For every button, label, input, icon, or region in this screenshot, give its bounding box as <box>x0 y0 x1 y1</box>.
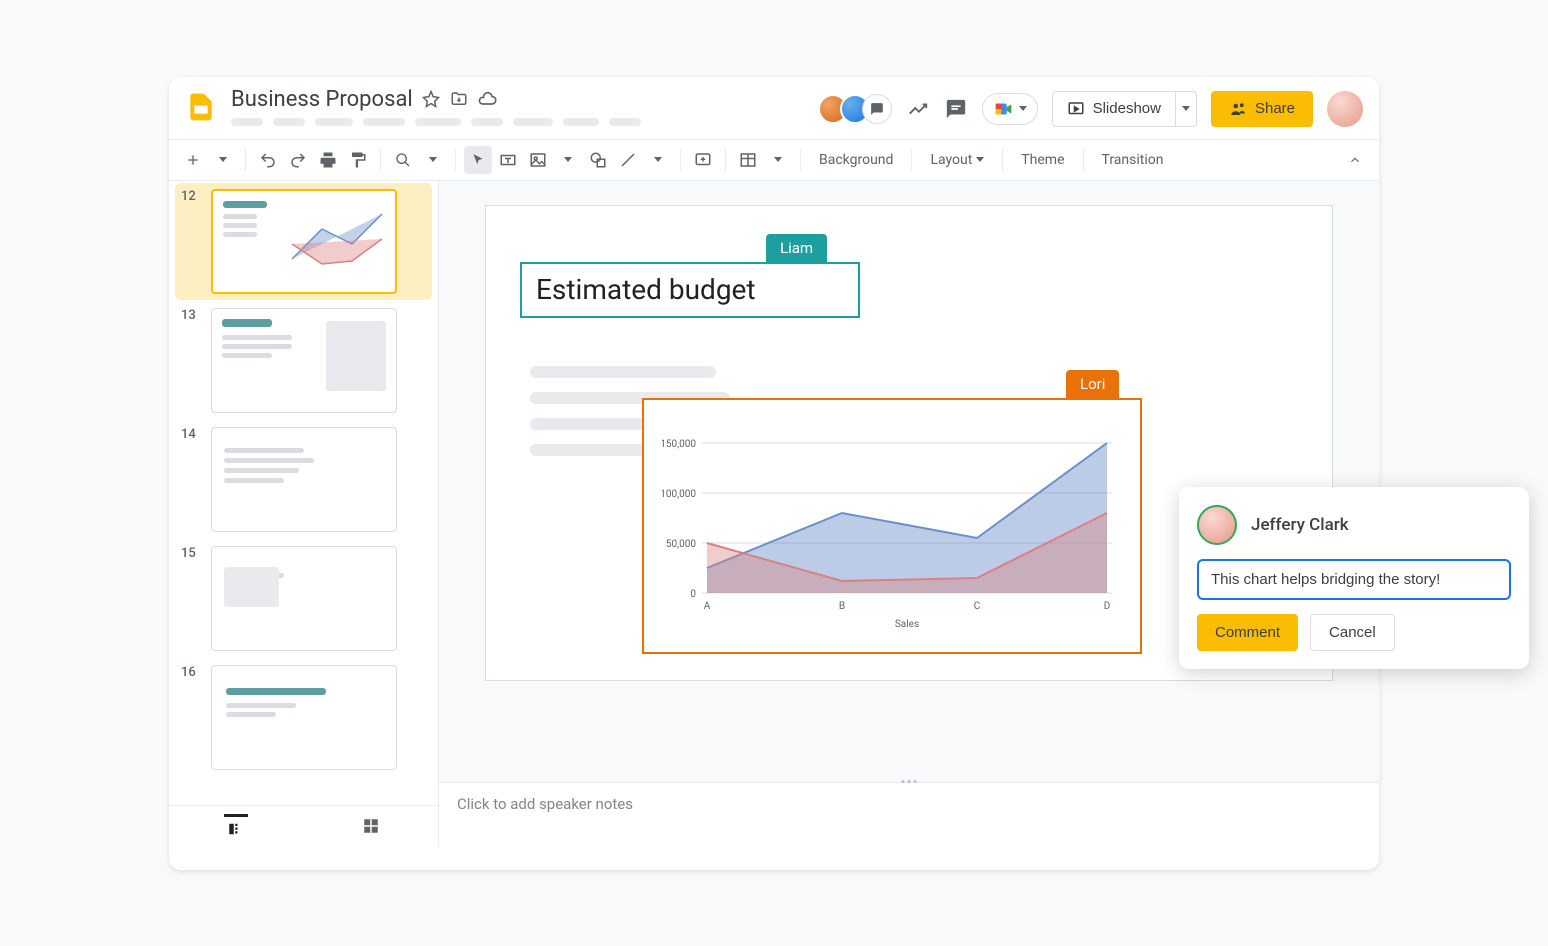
thumbnail-13[interactable]: 13 <box>181 308 426 413</box>
chevron-down-icon <box>1182 106 1190 111</box>
thumbnail-14[interactable]: 14 <box>181 427 426 532</box>
title-area: Business Proposal <box>231 87 816 126</box>
slideshow-button[interactable]: Slideshow <box>1052 91 1176 127</box>
thumbnail-15[interactable]: 15 <box>181 546 426 651</box>
chevron-down-icon <box>564 157 572 162</box>
app-window: Business Proposal <box>169 77 1379 870</box>
grid-view-icon[interactable] <box>359 814 383 838</box>
speaker-notes[interactable]: Click to add speaker notes <box>439 782 1379 846</box>
comment-popup: Jeffery Clark Comment Cancel <box>1179 487 1529 669</box>
background-button[interactable]: Background <box>809 152 903 168</box>
comment-submit-button[interactable]: Comment <box>1197 614 1298 651</box>
paint-format-button[interactable] <box>344 146 372 174</box>
comment-author: Jeffery Clark <box>1251 515 1349 535</box>
more-collaborators-icon[interactable] <box>862 94 892 124</box>
notes-placeholder: Click to add speaker notes <box>457 795 633 813</box>
slideshow-dropdown[interactable] <box>1176 91 1197 127</box>
title-text: Estimated budget <box>536 273 756 306</box>
new-slide-button[interactable] <box>179 146 207 174</box>
line-tool[interactable] <box>614 146 642 174</box>
chevron-down-icon <box>654 157 662 162</box>
chart-svg: 0 50,000 100,000 150,000 A <box>662 412 1122 644</box>
comment-avatar <box>1197 505 1237 545</box>
table-tool[interactable] <box>734 146 762 174</box>
comment-cancel-button[interactable]: Cancel <box>1310 614 1395 651</box>
chevron-down-icon <box>774 157 782 162</box>
line-dropdown[interactable] <box>644 146 672 174</box>
chart-object[interactable]: 0 50,000 100,000 150,000 A <box>642 398 1142 654</box>
image-tool[interactable] <box>524 146 552 174</box>
star-icon[interactable] <box>421 89 441 109</box>
chevron-down-icon <box>429 157 437 162</box>
doc-title[interactable]: Business Proposal <box>231 87 413 112</box>
comment-tool[interactable] <box>689 146 717 174</box>
svg-text:100,000: 100,000 <box>662 489 696 500</box>
chevron-down-icon <box>219 157 227 162</box>
thumbnail-sidebar: 12 13 <box>169 181 439 846</box>
toolbar: Background Layout Theme Transition <box>169 139 1379 181</box>
slides-logo[interactable] <box>181 87 221 127</box>
select-tool[interactable] <box>464 146 492 174</box>
zoom-button[interactable] <box>389 146 417 174</box>
share-label: Share <box>1255 100 1295 117</box>
header-right: Slideshow Share <box>826 91 1363 127</box>
svg-text:Sales: Sales <box>895 619 919 630</box>
comments-icon[interactable] <box>944 97 968 121</box>
view-switcher <box>169 805 438 846</box>
chevron-down-icon <box>1019 106 1027 111</box>
cloud-status-icon[interactable] <box>477 89 497 109</box>
slideshow-label: Slideshow <box>1093 100 1161 117</box>
table-dropdown[interactable] <box>764 146 792 174</box>
thumbnail-16[interactable]: 16 <box>181 665 426 770</box>
svg-text:B: B <box>839 601 845 612</box>
print-button[interactable] <box>314 146 342 174</box>
thumbnail-12[interactable]: 12 <box>175 183 432 300</box>
title-textbox[interactable]: Estimated budget <box>520 262 860 318</box>
svg-text:C: C <box>974 601 981 612</box>
svg-text:D: D <box>1104 601 1111 612</box>
shape-tool[interactable] <box>584 146 612 174</box>
redo-button[interactable] <box>284 146 312 174</box>
activity-icon[interactable] <box>906 97 930 121</box>
layout-button[interactable]: Layout <box>920 152 994 168</box>
svg-text:0: 0 <box>690 589 696 600</box>
cursor-label-lori: Lori <box>1066 370 1119 398</box>
svg-text:150,000: 150,000 <box>662 439 696 450</box>
collapse-toolbar-icon[interactable] <box>1341 146 1369 174</box>
notes-resize-handle[interactable] <box>902 780 917 783</box>
new-slide-dropdown[interactable] <box>209 146 237 174</box>
menu-bar[interactable] <box>231 118 816 126</box>
move-folder-icon[interactable] <box>449 89 469 109</box>
svg-text:A: A <box>704 601 711 612</box>
undo-button[interactable] <box>254 146 282 174</box>
meet-button[interactable] <box>982 93 1038 125</box>
transition-button[interactable]: Transition <box>1092 152 1174 168</box>
profile-avatar[interactable] <box>1327 91 1363 127</box>
filmstrip-view-icon[interactable] <box>224 814 248 838</box>
svg-text:50,000: 50,000 <box>666 539 696 550</box>
theme-button[interactable]: Theme <box>1011 152 1074 168</box>
zoom-dropdown[interactable] <box>419 146 447 174</box>
share-button[interactable]: Share <box>1211 91 1313 127</box>
header: Business Proposal <box>169 77 1379 127</box>
comment-input[interactable] <box>1197 559 1511 600</box>
chevron-down-icon <box>976 157 984 162</box>
textbox-tool[interactable] <box>494 146 522 174</box>
thumbnail-list[interactable]: 12 13 <box>169 181 438 805</box>
cursor-label-liam: Liam <box>766 234 827 262</box>
image-dropdown[interactable] <box>554 146 582 174</box>
collaborator-avatars[interactable] <box>826 94 892 124</box>
